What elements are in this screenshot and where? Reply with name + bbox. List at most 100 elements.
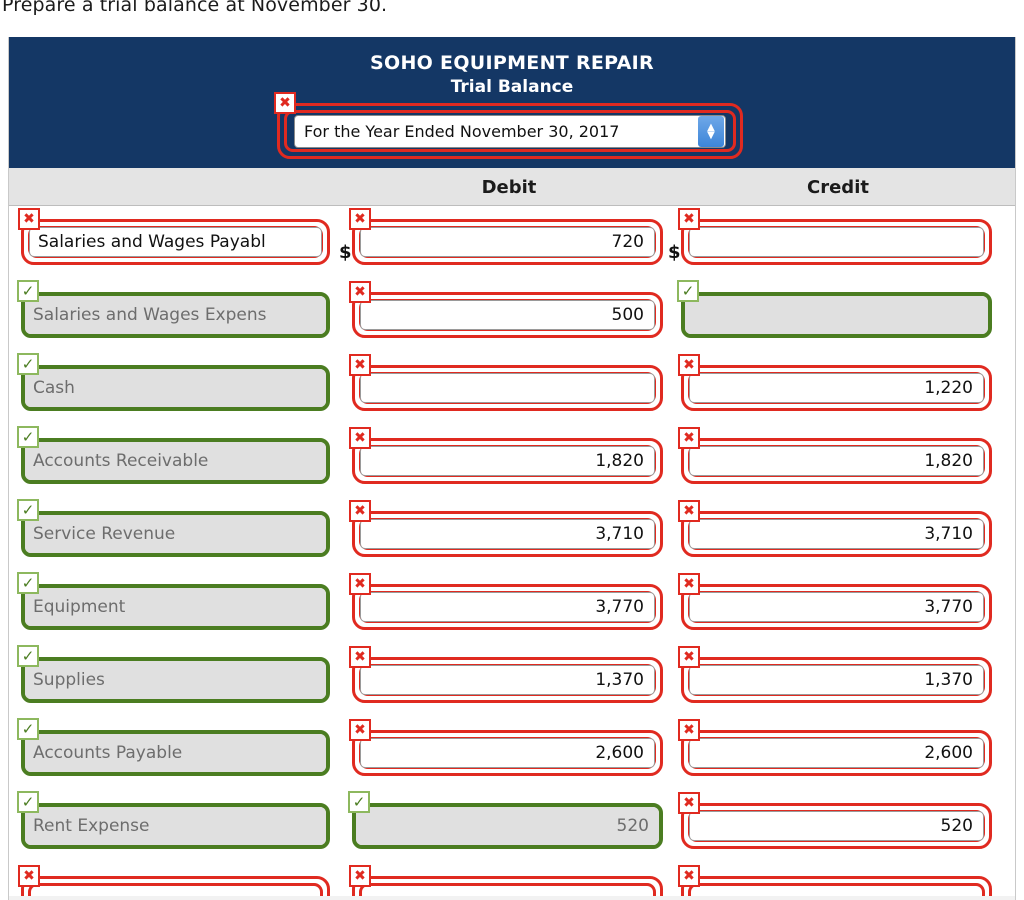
- debit-amount-input: 520: [356, 807, 659, 845]
- table-row: ✓ Supplies ✖ 1,370 ✖ 1,370: [9, 644, 1015, 717]
- x-icon: ✖: [678, 719, 700, 741]
- check-icon: ✓: [17, 499, 39, 521]
- x-icon: ✖: [349, 573, 371, 595]
- table-row: ✓ Accounts Payable ✖ 2,600 ✖ 2,600: [9, 717, 1015, 790]
- x-icon: ✖: [349, 281, 371, 303]
- currency-symbol-debit: $: [339, 242, 352, 263]
- check-icon: ✓: [17, 718, 39, 740]
- cell-credit: ✖ 520: [678, 792, 992, 849]
- x-icon: ✖: [349, 208, 371, 230]
- instruction-text: Prepare a trial balance at November 30.: [2, 0, 388, 16]
- chevron-down-icon: ▼: [707, 129, 715, 141]
- cell-acct: ✓ Equipment: [17, 572, 330, 630]
- trial-balance-rows: ✖ Salaries and Wages Payabl ✖ 720 ✖ $ $ ✓ Salari…: [9, 206, 1015, 900]
- x-icon: ✖: [678, 792, 700, 814]
- check-icon: ✓: [17, 791, 39, 813]
- chevron-updown-icon[interactable]: ▲ ▼: [698, 116, 724, 147]
- column-header-row: Debit Credit: [9, 168, 1015, 206]
- cell-credit: ✖ 1,370: [678, 646, 992, 703]
- cell-credit: ✖ 1,820: [678, 427, 992, 484]
- x-icon: ✖: [678, 646, 700, 668]
- cell-acct: ✓ Service Revenue: [17, 499, 330, 557]
- cell-debit: ✖ 3,710: [349, 500, 663, 557]
- cell-debit: ✖ 2,600: [349, 719, 663, 776]
- account-name-input: Supplies: [25, 661, 326, 699]
- credit-amount-input[interactable]: 1,220: [689, 373, 984, 403]
- check-icon: ✓: [17, 572, 39, 594]
- account-name-input: Accounts Payable: [25, 734, 326, 772]
- credit-amount-input[interactable]: 3,770: [689, 592, 984, 622]
- panel-bottom-edge: [9, 896, 1015, 900]
- column-header-debit: Debit: [481, 177, 537, 198]
- check-icon: ✓: [17, 645, 39, 667]
- cell-credit: ✖ 2,600: [678, 719, 992, 776]
- account-name-input: Equipment: [25, 588, 326, 626]
- cell-acct: ✓ Supplies: [17, 645, 330, 703]
- table-row: ✖ Salaries and Wages Payabl ✖ 720 ✖ $ $: [9, 206, 1015, 279]
- credit-amount-input[interactable]: 3,710: [689, 519, 984, 549]
- cell-credit: ✖ 3,770: [678, 573, 992, 630]
- credit-amount-input[interactable]: 2,600: [689, 738, 984, 768]
- x-icon: ✖: [678, 208, 700, 230]
- x-icon: ✖: [349, 500, 371, 522]
- cell-debit: ✖ 720: [349, 208, 663, 265]
- x-icon: ✖: [18, 208, 40, 230]
- cell-credit: ✓: [677, 280, 992, 338]
- currency-symbol-credit: $: [668, 242, 681, 263]
- x-icon: ✖: [678, 573, 700, 595]
- x-icon: ✖: [349, 865, 371, 887]
- cell-acct: ✓ Salaries and Wages Expens: [17, 280, 330, 338]
- account-name-input: Accounts Receivable: [25, 442, 326, 480]
- x-icon: ✖: [349, 427, 371, 449]
- account-name-input: Salaries and Wages Expens: [25, 296, 326, 334]
- account-name-input: Rent Expense: [25, 807, 326, 845]
- cell-credit: ✖ 3,710: [678, 500, 992, 557]
- credit-amount-input[interactable]: 1,370: [689, 665, 984, 695]
- table-row: ✓ Salaries and Wages Expens ✖ 500 ✓: [9, 279, 1015, 352]
- x-icon: ✖: [678, 427, 700, 449]
- period-select-wrapper: ✖ For the Year Ended November 30, 2017 ▲…: [274, 92, 743, 159]
- cell-debit: ✖ 1,820: [349, 427, 663, 484]
- cell-acct: ✖ Salaries and Wages Payabl: [18, 208, 330, 265]
- x-icon: ✖: [349, 719, 371, 741]
- debit-amount-input[interactable]: 2,600: [360, 738, 655, 768]
- cell-credit: ✖: [678, 208, 992, 265]
- debit-amount-input[interactable]: 3,770: [360, 592, 655, 622]
- credit-amount-input[interactable]: [689, 227, 984, 257]
- account-name-input: Service Revenue: [25, 515, 326, 553]
- table-row: ✓ Accounts Receivable ✖ 1,820 ✖ 1,820: [9, 425, 1015, 498]
- check-icon: ✓: [677, 280, 699, 302]
- table-row: ✓ Cash ✖ ✖ 1,220: [9, 352, 1015, 425]
- table-row: ✓ Equipment ✖ 3,770 ✖ 3,770: [9, 571, 1015, 644]
- cell-debit: ✓ 520: [348, 791, 663, 849]
- account-name-input[interactable]: Salaries and Wages Payabl: [29, 227, 322, 257]
- x-icon: ✖: [678, 865, 700, 887]
- x-icon: ✖: [349, 646, 371, 668]
- period-select[interactable]: For the Year Ended November 30, 2017 ▲ ▼: [294, 115, 726, 148]
- cell-debit: ✖ 3,770: [349, 573, 663, 630]
- debit-amount-input[interactable]: 1,820: [360, 446, 655, 476]
- debit-amount-input[interactable]: 3,710: [360, 519, 655, 549]
- cell-acct: ✓ Rent Expense: [17, 791, 330, 849]
- credit-amount-input[interactable]: 1,820: [689, 446, 984, 476]
- cell-acct: ✓ Accounts Receivable: [17, 426, 330, 484]
- cell-credit: ✖ 1,220: [678, 354, 992, 411]
- period-select-value: For the Year Ended November 30, 2017: [304, 122, 620, 141]
- statement-header-banner: SOHO EQUIPMENT REPAIR Trial Balance ✖ Fo…: [9, 37, 1015, 168]
- cell-debit: ✖: [349, 354, 663, 411]
- check-icon: ✓: [348, 791, 370, 813]
- debit-amount-input[interactable]: 500: [360, 300, 655, 330]
- credit-amount-input[interactable]: 520: [689, 811, 984, 841]
- cell-acct: ✓ Accounts Payable: [17, 718, 330, 776]
- debit-amount-input[interactable]: 1,370: [360, 665, 655, 695]
- x-icon: ✖: [349, 354, 371, 376]
- table-row: ✓ Rent Expense ✓ 520 ✖ 520: [9, 790, 1015, 863]
- x-icon: ✖: [18, 865, 40, 887]
- trial-balance-panel: SOHO EQUIPMENT REPAIR Trial Balance ✖ Fo…: [8, 37, 1016, 900]
- check-icon: ✓: [17, 426, 39, 448]
- table-row: ✓ Service Revenue ✖ 3,710 ✖ 3,710: [9, 498, 1015, 571]
- debit-amount-input[interactable]: 720: [360, 227, 655, 257]
- column-header-credit: Credit: [807, 177, 869, 198]
- debit-amount-input[interactable]: [360, 373, 655, 403]
- credit-amount-input: [685, 296, 988, 334]
